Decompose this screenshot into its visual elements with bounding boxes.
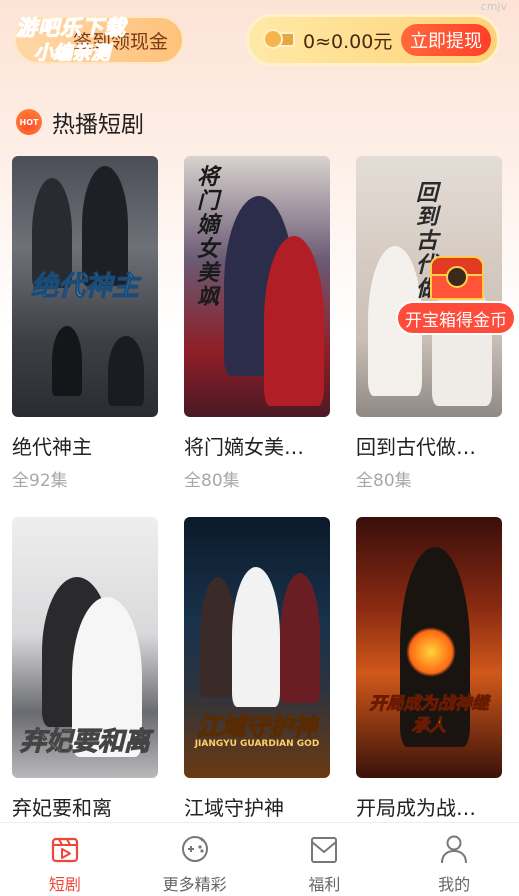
drama-title: 回到古代做…	[356, 435, 476, 459]
tab-mine[interactable]: 我的	[389, 823, 519, 896]
drama-poster[interactable]: 绝代神主	[12, 156, 158, 417]
drama-card[interactable]: 绝代神主 绝代神主 全92集	[12, 156, 158, 491]
poster-subtitle: JIANGYU GUARDIAN GOD	[194, 739, 320, 749]
poster-title: 江域守护神	[197, 713, 318, 742]
tab-label: 我的	[438, 875, 471, 894]
drama-title: 江域守护神	[184, 796, 284, 820]
poster-title: 将门嫡女美飒	[196, 165, 219, 310]
drama-episodes: 全92集	[12, 471, 68, 491]
drama-title: 将门嫡女美…	[184, 435, 304, 459]
poster-title: 弃妃要和离	[19, 727, 150, 758]
poster-title: 绝代神主	[31, 271, 140, 303]
drama-card[interactable]: 将门嫡女美飒 将门嫡女美… 全80集	[184, 156, 330, 491]
hot-flame-icon: HOT	[16, 109, 42, 135]
withdraw-button[interactable]: 立即提现	[401, 24, 491, 56]
drama-card[interactable]: 开局成为战神继承人 开局成为战…	[356, 517, 502, 827]
tab-label: 福利	[308, 875, 341, 894]
bottom-tab-bar: 短剧 更多精彩 福利 我的	[0, 822, 519, 896]
tab-more[interactable]: 更多精彩	[130, 823, 260, 896]
drama-title: 弃妃要和离	[12, 796, 112, 820]
drama-title: 绝代神主	[12, 435, 92, 459]
section-title: 热播短剧	[52, 112, 144, 138]
tab-welfare[interactable]: 福利	[260, 823, 390, 896]
watermark-line2: 小编亲测	[33, 42, 111, 65]
tab-label: 短剧	[48, 875, 81, 894]
user-icon	[441, 835, 468, 864]
drama-card[interactable]: 江域守护神 JIANGYU GUARDIAN GOD 江域守护神	[184, 517, 330, 827]
drama-title: 开局成为战…	[356, 796, 476, 820]
balance-amount: 0≈0.00元	[303, 30, 393, 53]
drama-episodes: 全80集	[356, 471, 412, 491]
section-header: HOT 热播短剧	[16, 104, 144, 140]
drama-poster[interactable]: 开局成为战神继承人	[356, 517, 502, 778]
drama-card[interactable]: 弃妃要和离 弃妃要和离	[12, 517, 158, 827]
drama-poster[interactable]: 将门嫡女美飒	[184, 156, 330, 417]
header: 签到领现金 游吧乐下载 小编亲测 0≈0.00元 立即提现 cmjv	[0, 0, 519, 90]
tab-label: 更多精彩	[162, 875, 227, 894]
drama-episodes: 全80集	[184, 471, 240, 491]
watermark-logo: 游吧乐下载 小编亲测	[12, 8, 162, 66]
drama-poster[interactable]: 江域守护神 JIANGYU GUARDIAN GOD	[184, 517, 330, 778]
corner-mark: cmjv	[480, 0, 507, 13]
balance-pill[interactable]: 0≈0.00元 立即提现	[246, 14, 500, 66]
treasure-chest-icon[interactable]	[428, 256, 486, 302]
drama-poster[interactable]: 弃妃要和离	[12, 517, 158, 778]
clapperboard-icon	[51, 837, 78, 863]
coin-icon	[263, 28, 297, 52]
tab-short-drama[interactable]: 短剧	[0, 823, 130, 896]
poster-title: 开局成为战神继承人	[369, 694, 489, 737]
envelope-icon	[311, 837, 338, 863]
treasure-chest-badge[interactable]: 开宝箱得金币	[396, 301, 516, 335]
gamepad-icon	[181, 836, 208, 862]
